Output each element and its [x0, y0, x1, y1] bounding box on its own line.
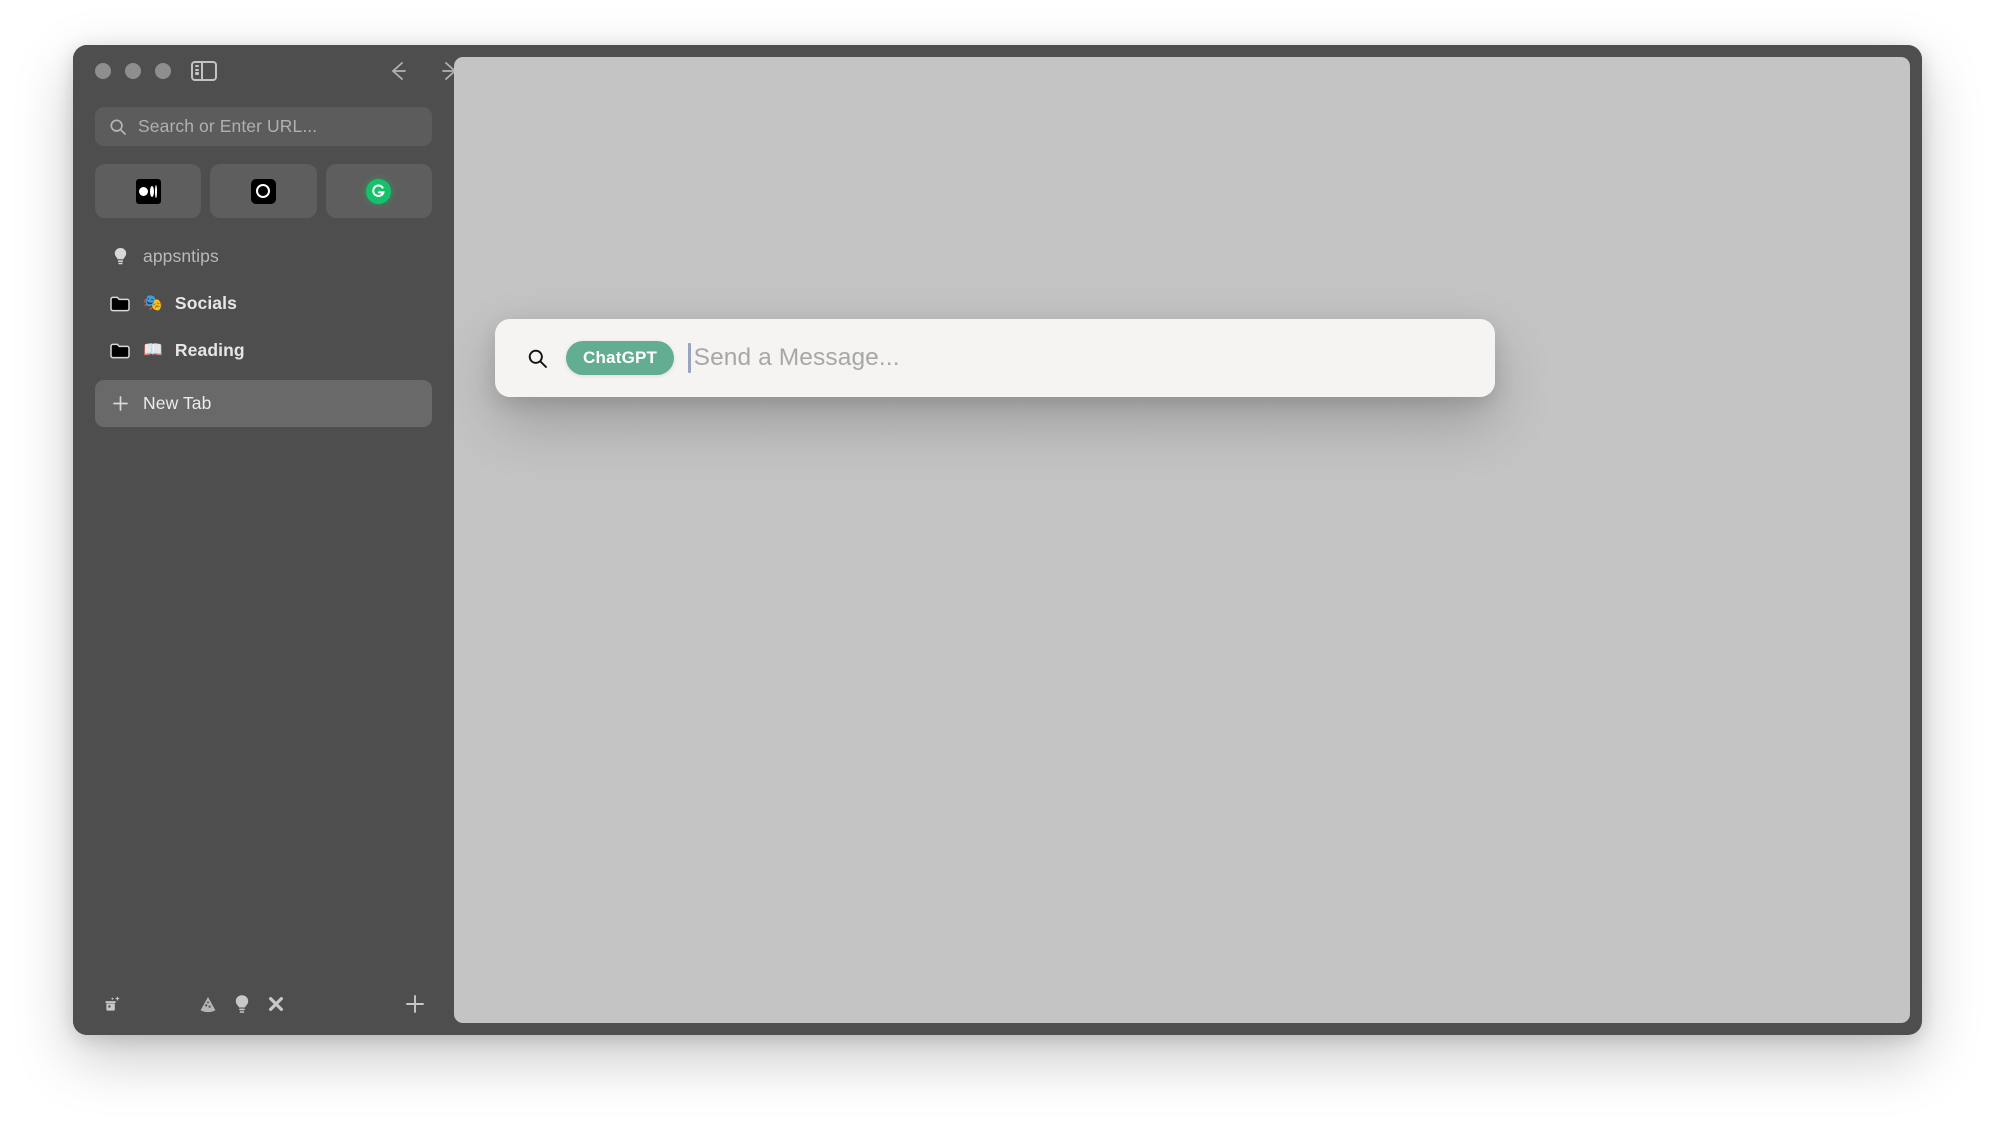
window-titlebar [73, 45, 511, 97]
ring-favicon [250, 178, 276, 204]
traffic-lights [95, 63, 171, 79]
sidebar-toggle-dots [194, 65, 199, 75]
search-input[interactable]: Search or Enter URL... [95, 107, 432, 146]
sidebar-item-new-tab[interactable]: New Tab [95, 380, 432, 427]
folder-icon [109, 342, 131, 359]
browser-window: Search or Enter URL... appsntips 🎭 Socia… [73, 45, 1922, 1035]
sidebar: Search or Enter URL... appsntips 🎭 Socia… [73, 45, 511, 1035]
pinned-tab-medium[interactable] [95, 164, 202, 218]
zoom-button[interactable] [155, 63, 171, 79]
grammarly-favicon [366, 178, 392, 204]
socials-emoji: 🎭 [143, 294, 163, 312]
sidebar-toggle-icon[interactable] [191, 61, 217, 81]
sidebar-item-reading[interactable]: 📖 Reading [95, 327, 432, 374]
new-tab-button[interactable] [398, 987, 432, 1021]
palette-placeholder: Send a Message... [693, 344, 900, 371]
sidebar-item-label: Socials [174, 293, 237, 313]
plus-icon [109, 394, 131, 413]
lightbulb-icon [109, 247, 131, 266]
palette-input[interactable]: Send a Message... [688, 343, 1463, 373]
sidebar-item-label: appsntips [143, 246, 219, 266]
pinned-tabs-row [95, 164, 432, 218]
archive-sparkle-icon[interactable] [95, 987, 129, 1021]
mode-pill[interactable]: ChatGPT [566, 341, 675, 375]
search-icon [527, 348, 548, 369]
close-button[interactable] [95, 63, 111, 79]
pinned-tab-openai[interactable] [210, 164, 317, 218]
command-palette[interactable]: ChatGPT Send a Message... [495, 319, 1495, 397]
desktop-background: Search or Enter URL... appsntips 🎭 Socia… [0, 0, 2000, 1135]
search-input-placeholder: Search or Enter URL... [138, 116, 318, 136]
minimize-button[interactable] [125, 63, 141, 79]
sidebar-item-appsntips[interactable]: appsntips [95, 233, 432, 280]
pizza-icon[interactable] [191, 987, 225, 1021]
sidebar-item-label: New Tab [143, 393, 212, 413]
reading-emoji: 📖 [143, 341, 163, 359]
sidebar-item-socials[interactable]: 🎭 Socials [95, 280, 432, 327]
sidebar-bottom-toolbar [73, 973, 454, 1035]
lightbulb-icon[interactable] [225, 987, 259, 1021]
folder-icon [109, 295, 131, 312]
x-icon[interactable] [259, 987, 293, 1021]
web-content-area: ChatGPT Send a Message... [454, 57, 1910, 1023]
medium-favicon [135, 178, 161, 204]
pinned-tab-grammarly[interactable] [325, 164, 432, 218]
text-caret [688, 343, 691, 373]
sidebar-item-label: Reading [174, 340, 245, 360]
search-icon [109, 118, 127, 136]
sidebar-list: appsntips 🎭 Socials 📖 Reading New Tab [73, 233, 454, 427]
back-button[interactable] [383, 56, 413, 86]
